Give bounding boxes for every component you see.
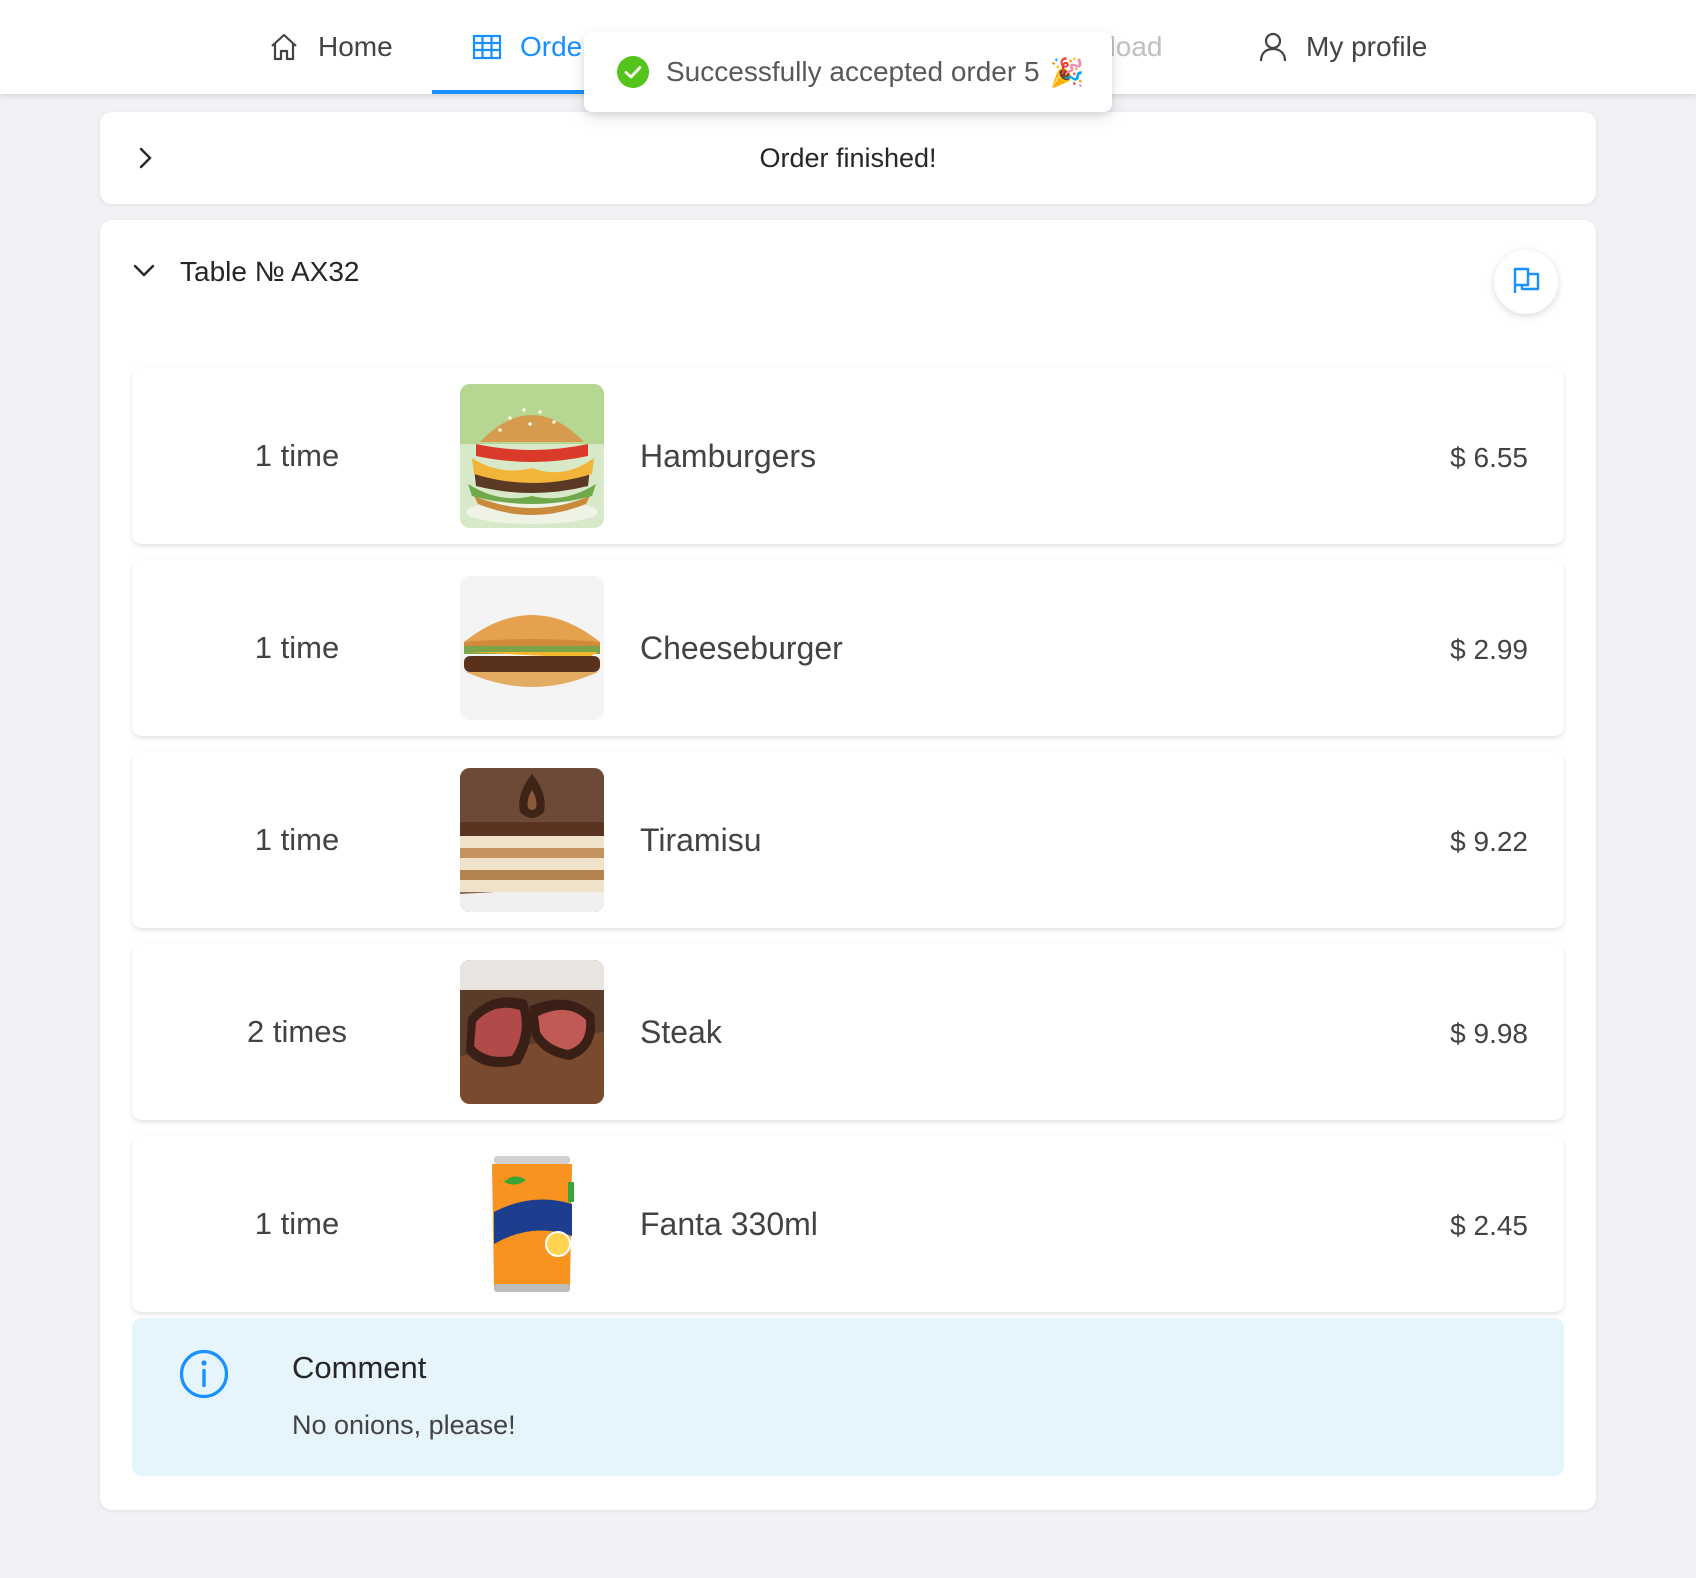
- steak-image: [460, 960, 604, 1104]
- order-item-row: 1 time Hamburgers $ 6.55: [132, 368, 1564, 544]
- hamburger-image: [460, 384, 604, 528]
- flag-icon: [1510, 264, 1542, 301]
- success-toast: Successfully accepted order 5 🎉: [584, 32, 1112, 112]
- chevron-down-icon[interactable]: [132, 262, 156, 285]
- comment-alert: Comment No onions, please!: [132, 1318, 1564, 1476]
- flag-button[interactable]: [1494, 250, 1558, 314]
- order-item-row: 1 time Cheeseburger $ 2.99: [132, 560, 1564, 736]
- table-icon: [472, 33, 502, 61]
- item-price: $ 9.22: [1450, 826, 1528, 857]
- info-icon: [178, 1348, 230, 1405]
- order-finished-title: Order finished!: [759, 142, 937, 173]
- comment-title: Comment: [292, 1350, 427, 1385]
- item-quantity: 1 time: [254, 822, 340, 857]
- item-price: $ 2.99: [1450, 634, 1528, 665]
- item-quantity: 1 time: [254, 630, 340, 665]
- home-icon: [268, 31, 300, 63]
- item-quantity: 1 time: [254, 438, 340, 473]
- item-name: Steak: [640, 1013, 722, 1050]
- table-title: Table № AX32: [180, 256, 360, 287]
- comment-text: No onions, please!: [292, 1410, 516, 1440]
- item-quantity: 2 times: [247, 1014, 347, 1049]
- fanta-can-image: [460, 1152, 604, 1296]
- check-circle-icon: [616, 55, 650, 89]
- user-icon: [1258, 31, 1288, 63]
- order-item-row: 1 time Tiramisu $ 9.22: [132, 752, 1564, 928]
- toast-message: Successfully accepted order 5: [666, 56, 1040, 87]
- item-quantity: 1 time: [254, 1206, 340, 1241]
- order-item-row: 2 times Steak $ 9.98: [132, 944, 1564, 1120]
- item-name: Tiramisu: [640, 821, 762, 858]
- item-name: Hamburgers: [640, 437, 817, 474]
- nav-home[interactable]: Home: [268, 0, 393, 94]
- order-finished-panel[interactable]: Order finished!: [100, 112, 1596, 204]
- nav-orders[interactable]: Orde: [432, 0, 632, 94]
- order-item-row: 1 time Fanta 330ml $ 2.45: [132, 1136, 1564, 1312]
- order-finished-title-wrap: Order finished!: [100, 112, 1696, 204]
- nav-home-label: Home: [318, 31, 393, 62]
- item-price: $ 2.45: [1450, 1210, 1528, 1241]
- cheeseburger-image: [460, 576, 604, 720]
- item-price: $ 6.55: [1450, 442, 1528, 473]
- nav-my-profile-label: My profile: [1306, 31, 1428, 62]
- table-panel-header[interactable]: Table № AX32: [100, 220, 1596, 330]
- nav-my-profile[interactable]: My profile: [1258, 0, 1427, 94]
- item-name: Fanta 330ml: [640, 1205, 818, 1242]
- item-name: Cheeseburger: [640, 629, 843, 666]
- tiramisu-image: [460, 768, 604, 912]
- nav-orders-label: Orde: [520, 31, 583, 62]
- party-popper-icon: 🎉: [1049, 56, 1085, 88]
- item-price: $ 9.98: [1450, 1018, 1528, 1049]
- table-order-panel: Table № AX32 1 time Hamburgers $ 6.55 1 …: [100, 220, 1596, 1510]
